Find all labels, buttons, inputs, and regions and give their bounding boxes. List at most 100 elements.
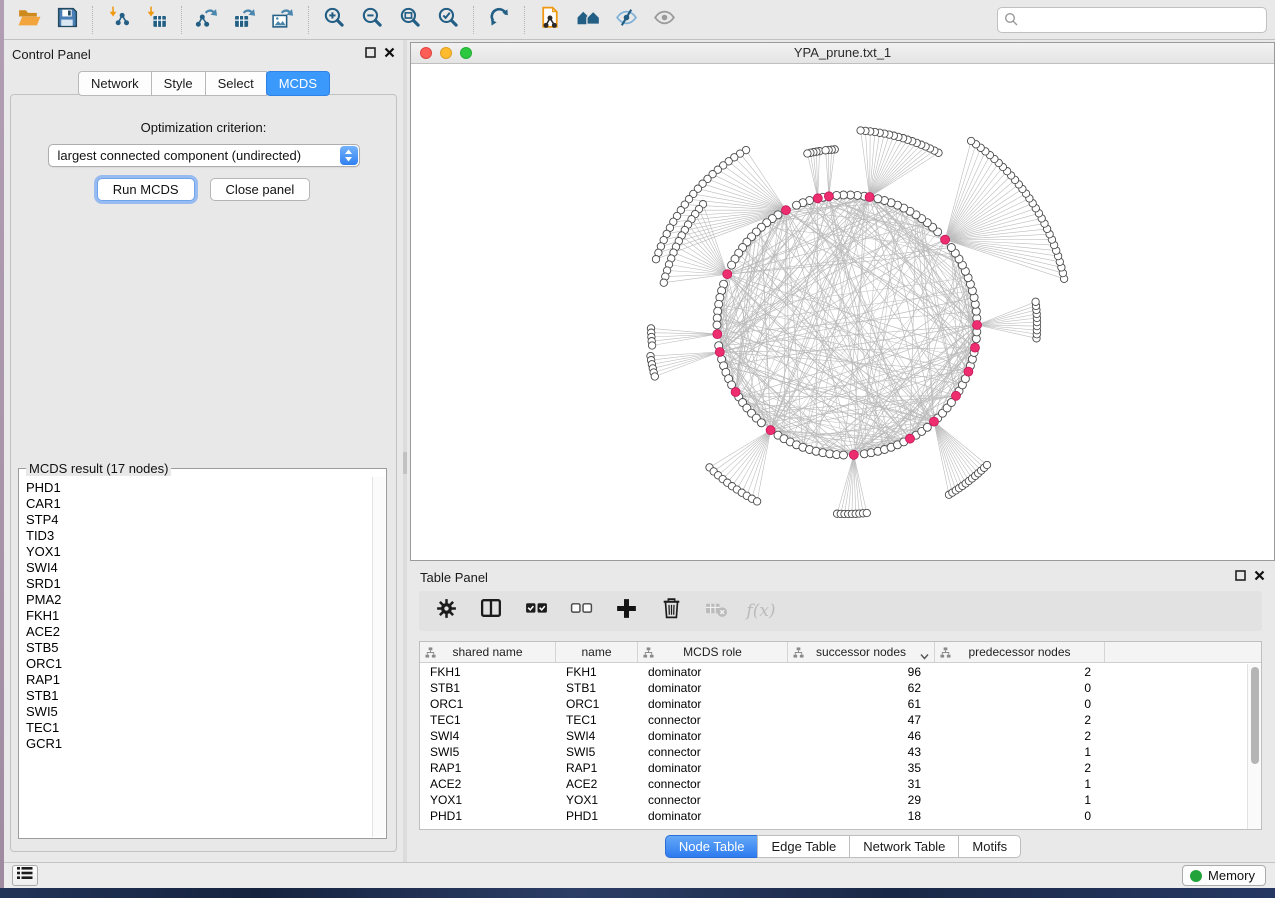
shared-column-icon [425,647,436,661]
close-panel-button[interactable]: Close panel [210,178,311,201]
cell-shared-name: RAP1 [420,760,556,776]
run-mcds-button[interactable]: Run MCDS [97,178,195,201]
main-area: Control Panel NetworkStyleSelectMCDS Opt… [4,40,1275,862]
column-header-predecessor-nodes[interactable]: predecessor nodes [935,642,1105,662]
list-item[interactable]: GCR1 [26,736,371,752]
close-icon[interactable] [1254,568,1265,586]
column-header-MCDS-role[interactable]: MCDS role [638,642,788,662]
tab-style[interactable]: Style [151,71,206,96]
list-item[interactable]: TEC1 [26,720,371,736]
list-item[interactable]: YOX1 [26,544,371,560]
table-panel-header: Table Panel [420,567,1265,587]
cell-MCDS-role: connector [638,744,788,760]
list-item[interactable]: RAP1 [26,672,371,688]
column-header-shared-name[interactable]: shared name [420,642,556,662]
gear-button[interactable] [433,597,459,625]
eye-icon [652,5,677,35]
export-network-button[interactable] [188,3,226,37]
table-row[interactable]: SWI5SWI5connector431 [420,744,1247,760]
table-row[interactable]: YOX1YOX1connector291 [420,792,1247,808]
import-table-icon [144,5,169,35]
cell-predecessor-nodes: 2 [935,712,1105,728]
select-all-button[interactable] [523,597,549,625]
eye-slash-button[interactable] [607,3,645,37]
table-row[interactable]: STB1STB1dominator620 [420,680,1247,696]
list-item[interactable]: STP4 [26,512,371,528]
column-header-name[interactable]: name [556,642,638,662]
shared-column-icon [940,647,951,661]
mcds-result-list: PHD1CAR1STP4TID3YOX1SWI4SRD1PMA2FKH1ACE2… [20,478,371,837]
list-item[interactable]: ORC1 [26,656,371,672]
float-icon[interactable] [365,45,376,63]
cell-shared-name: SWI4 [420,728,556,744]
list-item[interactable]: CAR1 [26,496,371,512]
tab-node-table[interactable]: Node Table [665,835,759,858]
list-item[interactable]: PHD1 [26,480,371,496]
folder-open-button[interactable] [10,3,48,37]
table-row[interactable]: SWI4SWI4dominator462 [420,728,1247,744]
table-row[interactable]: TEC1TEC1connector472 [420,712,1247,728]
houses-button[interactable] [569,3,607,37]
table-body: FKH1FKH1dominator962STB1STB1dominator620… [420,664,1247,829]
list-item[interactable]: STB5 [26,640,371,656]
table-scrollbar[interactable] [1247,664,1261,829]
cell-name: PHD1 [556,808,638,824]
network-canvas[interactable] [411,65,1274,560]
export-image-button[interactable] [264,3,302,37]
cell-predecessor-nodes: 1 [935,792,1105,808]
table-row[interactable]: PHD1PHD1dominator180 [420,808,1247,824]
list-item[interactable]: FKH1 [26,608,371,624]
network-graph[interactable] [411,65,1274,560]
table-row[interactable]: ORC1ORC1dominator610 [420,696,1247,712]
table-scrollbar-thumb[interactable] [1251,667,1259,764]
mcds-list-scrollbar[interactable] [372,477,385,837]
zoom-selected-button[interactable] [429,3,467,37]
tab-network-table[interactable]: Network Table [849,835,959,858]
refresh-button[interactable] [480,3,518,37]
list-item[interactable]: PMA2 [26,592,371,608]
cell-shared-name: PHD1 [420,808,556,824]
optimization-criterion-select[interactable]: largest connected component (undirected) [48,144,360,167]
tab-select[interactable]: Select [205,71,267,96]
tab-network[interactable]: Network [78,71,152,96]
search-input[interactable] [997,7,1267,33]
float-icon[interactable] [1235,568,1246,586]
tab-motifs[interactable]: Motifs [958,835,1021,858]
list-item[interactable]: STB1 [26,688,371,704]
trash-button[interactable] [658,597,684,625]
eye-button[interactable] [645,3,683,37]
import-table-button[interactable] [137,3,175,37]
deselect-all-button[interactable] [568,597,594,625]
memory-button[interactable]: Memory [1182,865,1266,886]
list-item[interactable]: ACE2 [26,624,371,640]
list-item[interactable]: TID3 [26,528,371,544]
refresh-icon [487,5,512,35]
tab-mcds[interactable]: MCDS [266,71,330,96]
zoom-out-button[interactable] [353,3,391,37]
columns-button[interactable] [478,597,504,625]
save-button[interactable] [48,3,86,37]
status-menu-button[interactable] [12,865,38,886]
list-item[interactable]: SWI4 [26,560,371,576]
close-icon[interactable] [384,45,395,63]
table-row[interactable]: RAP1RAP1dominator352 [420,760,1247,776]
cell-successor-nodes: 62 [788,680,935,696]
cell-name: SWI4 [556,728,638,744]
share-document-button[interactable] [531,3,569,37]
list-item[interactable]: SRD1 [26,576,371,592]
cell-predecessor-nodes: 1 [935,776,1105,792]
add-button[interactable] [613,597,639,625]
zoom-fit-button[interactable] [391,3,429,37]
tab-edge-table[interactable]: Edge Table [757,835,850,858]
import-network-button[interactable] [99,3,137,37]
cell-name: YOX1 [556,792,638,808]
eye-slash-icon [614,5,639,35]
list-item[interactable]: SWI5 [26,704,371,720]
export-table-button[interactable] [226,3,264,37]
table-row[interactable]: FKH1FKH1dominator962 [420,664,1247,680]
column-header-successor-nodes[interactable]: successor nodes [788,642,935,662]
column-label: shared name [452,645,522,659]
list-menu-icon [17,866,33,885]
table-row[interactable]: ACE2ACE2connector311 [420,776,1247,792]
zoom-in-button[interactable] [315,3,353,37]
